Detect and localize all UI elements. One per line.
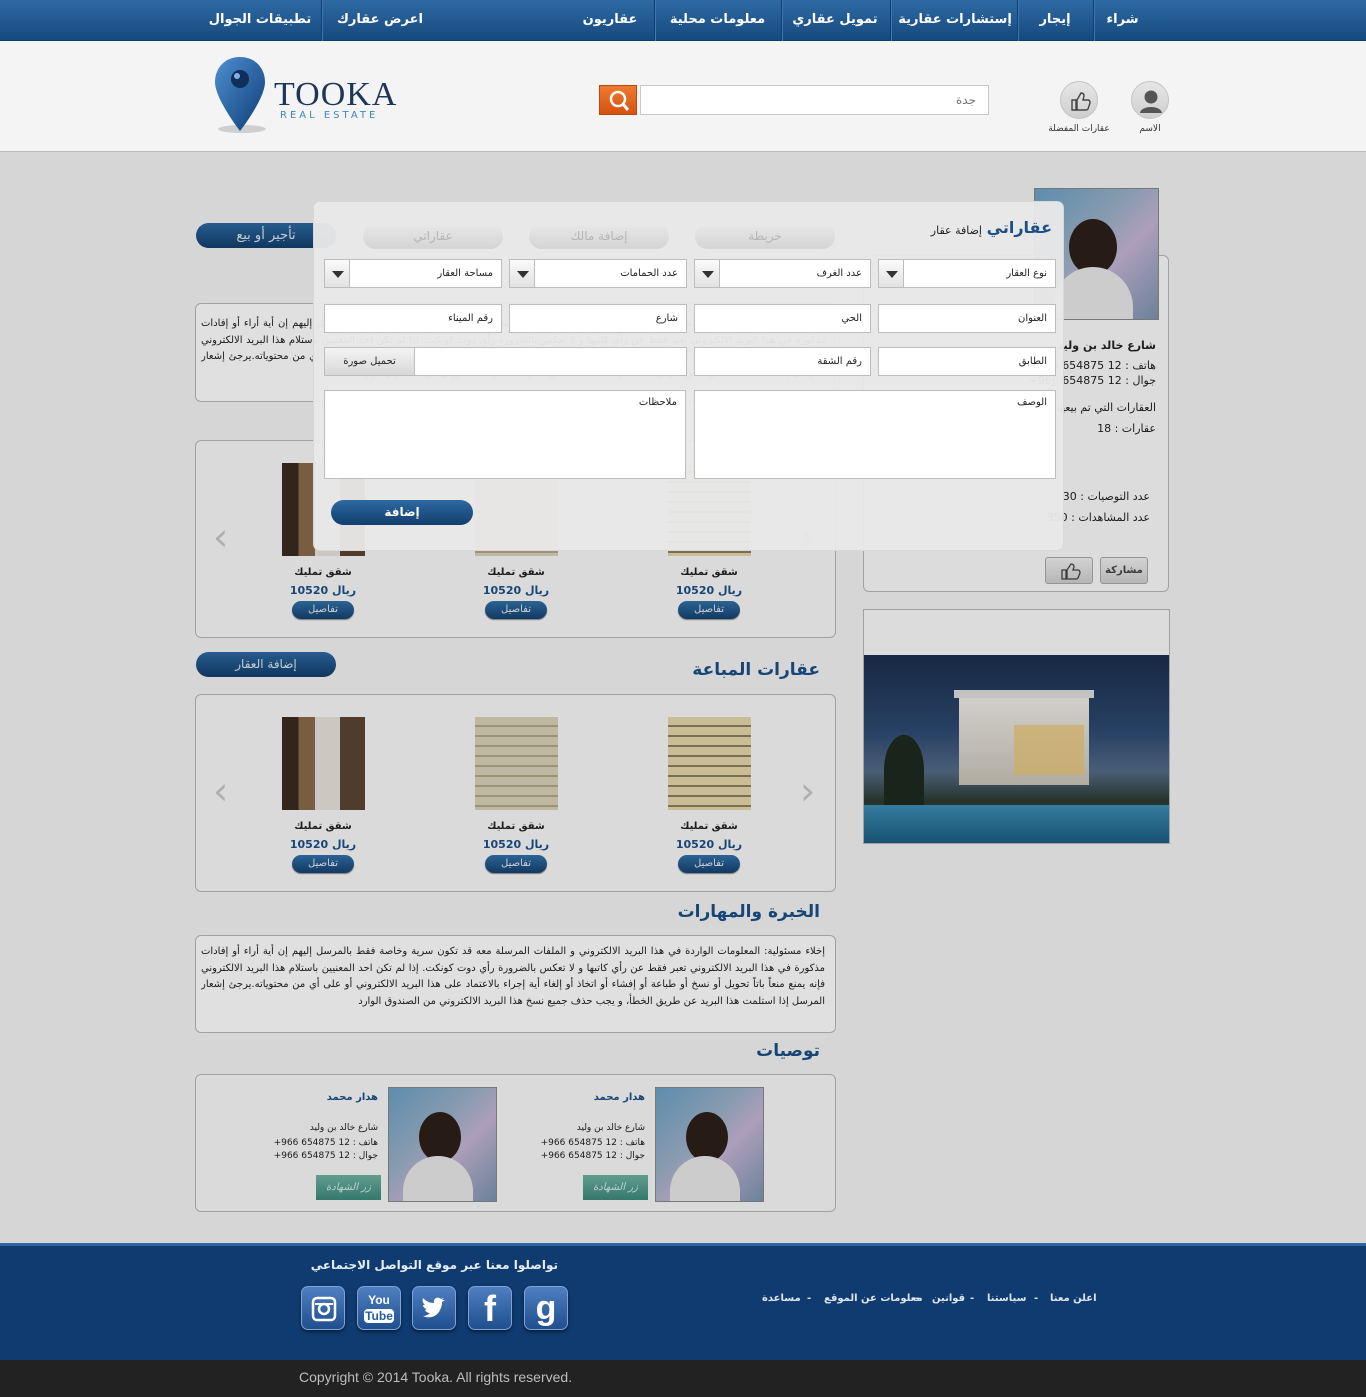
top-nav: شراء إيجار إستشارات عقارية تمويل عقاري م… <box>0 0 1366 41</box>
favorites-label: عقارات المفضلة <box>1048 124 1110 134</box>
modal-title: عقاراتي <box>986 218 1052 237</box>
modal-tab-map[interactable]: خريطة <box>695 224 835 249</box>
area-select[interactable]: مساحة العقار <box>324 259 502 288</box>
street-input[interactable]: شارع <box>509 304 687 333</box>
description-textarea[interactable]: الوصف <box>694 390 1056 479</box>
upload-image-button[interactable]: تحميل صورة <box>324 347 415 376</box>
facebook-icon[interactable]: f <box>468 1286 512 1330</box>
property-type-select[interactable]: نوع العقار <box>878 259 1056 288</box>
user-icon <box>1140 90 1162 113</box>
youtube-tube-text: Tube <box>364 1309 394 1323</box>
nav-buy[interactable]: شراء <box>1095 0 1150 41</box>
footer-separator: - <box>970 1293 975 1304</box>
google-icon[interactable]: g <box>524 1286 568 1330</box>
nav-mobile-apps[interactable]: تطبيقات الجوال <box>205 0 315 41</box>
youtube-icon[interactable]: You Tube <box>357 1286 401 1330</box>
profile-label: الاسم <box>1139 124 1161 134</box>
footer-link-rules[interactable]: قوانين <box>932 1293 965 1304</box>
thumbs-up-icon <box>1071 92 1091 111</box>
postal-input[interactable]: رقم الميناء <box>324 304 502 333</box>
chevron-down-icon[interactable] <box>878 259 904 288</box>
search-input[interactable] <box>640 85 989 115</box>
chevron-down-icon[interactable] <box>324 259 350 288</box>
favorites-button[interactable] <box>1060 81 1098 119</box>
nav-agents[interactable]: عقاريون <box>570 0 650 41</box>
footer <box>0 1243 1366 1360</box>
footer-separator: - <box>807 1293 812 1304</box>
footer-link-policy[interactable]: سياستنا <box>987 1293 1026 1304</box>
bathrooms-select[interactable]: عدد الحمامات <box>509 259 687 288</box>
modal-tab-add-owner[interactable]: إضافة مالك <box>529 224 669 249</box>
add-property-modal: عقاراتي إضافة عقار خريطة إضافة مالك عقار… <box>313 201 1064 551</box>
social-title: تواصلوا معنا عبر موقع التواصل الاجتماعي <box>310 1258 558 1272</box>
rooms-select[interactable]: عدد الغرف <box>694 259 871 288</box>
twitter-icon[interactable] <box>412 1286 456 1330</box>
footer-link-advertise[interactable]: اعلن معنا <box>1050 1293 1097 1304</box>
search-icon <box>609 90 630 111</box>
logo-subtext: REAL ESTATE <box>280 110 379 121</box>
district-input[interactable]: الحي <box>694 304 871 333</box>
map-pin-icon <box>215 57 266 133</box>
apartment-input[interactable]: رقم الشقة <box>694 347 871 376</box>
profile-button[interactable] <box>1131 81 1169 119</box>
modal-subtitle: إضافة عقار <box>930 224 982 237</box>
address-input[interactable]: العنوان <box>878 304 1056 333</box>
nav-consulting[interactable]: إستشارات عقارية <box>895 0 1015 41</box>
logo[interactable]: TOOKA REAL ESTATE <box>212 55 402 135</box>
instagram-icon[interactable] <box>301 1286 345 1330</box>
floor-input[interactable]: الطابق <box>878 347 1056 376</box>
footer-link-help[interactable]: مساعدة <box>762 1293 801 1304</box>
chevron-down-icon[interactable] <box>694 259 720 288</box>
submit-button[interactable]: إضافة <box>331 500 473 525</box>
nav-list-property[interactable]: اعرض عقارك <box>325 0 435 41</box>
upload-path-field[interactable] <box>414 347 687 376</box>
footer-separator: - <box>1034 1293 1039 1304</box>
nav-rent[interactable]: إيجار <box>1020 0 1090 41</box>
modal-tab-my-properties[interactable]: عقاراتي <box>363 224 503 249</box>
notes-textarea[interactable]: ملاحظات <box>324 390 686 479</box>
footer-link-about[interactable]: معلومات عن الموقع <box>824 1293 923 1304</box>
chevron-down-icon[interactable] <box>509 259 535 288</box>
nav-local-info[interactable]: معلومات محلية <box>660 0 775 41</box>
logo-text: TOOKA <box>274 76 398 113</box>
nav-finance[interactable]: تمويل عقاري <box>785 0 885 41</box>
copyright: Copyright © 2014 Tooka. All rights reser… <box>0 1360 1366 1397</box>
search-button[interactable] <box>599 85 637 115</box>
youtube-you-text: You <box>368 1293 390 1307</box>
